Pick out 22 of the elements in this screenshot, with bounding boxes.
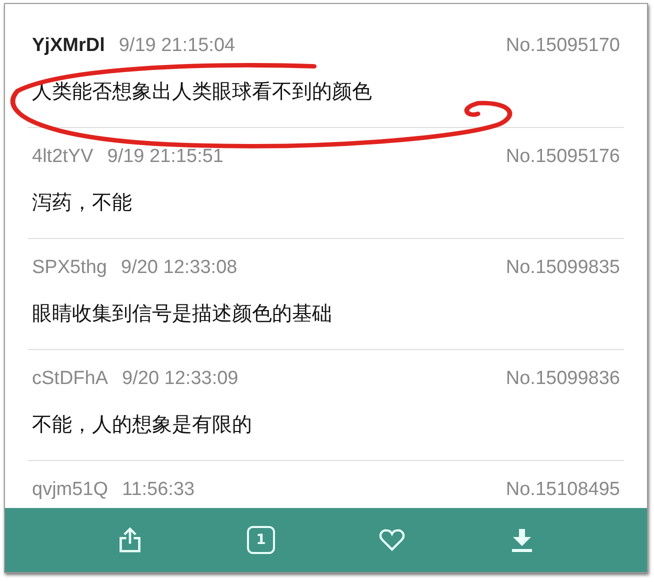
username: cStDFhA: [32, 368, 108, 390]
post-text: 泻药，不能: [31, 190, 133, 214]
share-icon[interactable]: [117, 527, 143, 553]
post-text: 眼睛收集到信号是描述颜色的基础: [31, 301, 333, 325]
heart-icon[interactable]: [379, 527, 405, 553]
post-number: No.15099836: [506, 368, 620, 390]
username: YjXMrDl: [32, 35, 105, 57]
post-time: 9/19 21:15:51: [107, 146, 224, 168]
download-icon[interactable]: [509, 527, 535, 553]
username: 4lt2tYV: [32, 146, 94, 168]
post-number: No.15108495: [506, 479, 620, 501]
post-text: 不能，人的想象是有限的: [31, 412, 253, 436]
post-time: 9/20 12:33:09: [122, 368, 238, 390]
post-number: No.15099835: [506, 257, 620, 279]
post-time: 9/20 12:33:08: [121, 257, 238, 279]
post-time: 9/19 21:15:04: [118, 35, 236, 57]
post-time: 11:56:33: [122, 479, 195, 501]
post-number: No.15095176: [506, 146, 620, 168]
post-number: No.15095170: [506, 35, 620, 57]
page-count-button[interactable]: 1: [247, 526, 275, 554]
username: SPX5thg: [32, 257, 107, 279]
username: qvjm51Q: [32, 479, 108, 501]
